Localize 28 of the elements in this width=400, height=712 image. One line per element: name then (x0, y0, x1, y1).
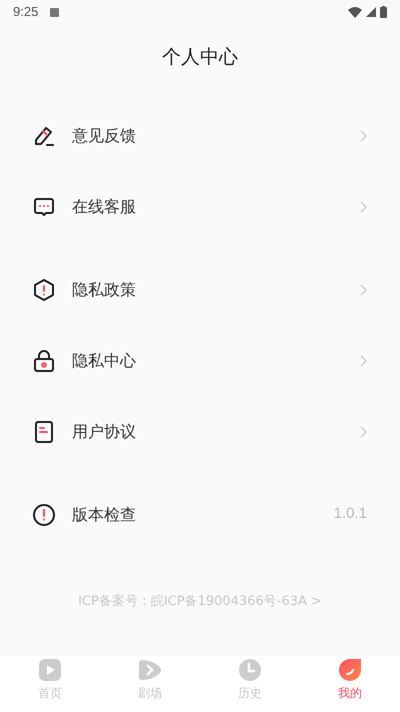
document-icon (32, 420, 56, 444)
menu-item[interactable]: 在线客服 (0, 171, 400, 242)
menu-label: 在线客服 (72, 196, 137, 218)
menu-item[interactable]: 意见反馈 (0, 100, 400, 171)
notification-icon (50, 8, 60, 16)
chevron-right-icon (360, 284, 367, 296)
menu-label: 用户协议 (72, 420, 137, 442)
menu-label: 版本检查 (72, 504, 137, 526)
chevron-right-icon (360, 354, 367, 366)
status-time: 9:25 (13, 3, 38, 22)
menu-item[interactable]: 用户协议 (0, 396, 400, 467)
menu-label: 隐私中心 (72, 350, 137, 372)
battery-icon (380, 6, 387, 18)
menu-label: 意见反馈 (72, 124, 137, 146)
wifi-icon (348, 6, 362, 18)
menu-label: 隐私政策 (72, 278, 137, 300)
chevron-right-icon (360, 130, 367, 142)
signal-icon (366, 7, 376, 17)
menu-item[interactable]: 隐私中心 (0, 325, 400, 396)
page-title: 个人中心 (162, 44, 238, 70)
chevron-right-icon (360, 426, 367, 438)
menu-item[interactable]: 版本检查 1.0.1 (0, 479, 400, 550)
alert-icon (32, 502, 56, 526)
shield-alert-icon (32, 278, 56, 302)
version-number: 1.0.1 (334, 504, 367, 524)
chevron-right-icon (360, 200, 367, 212)
lock-icon (32, 348, 56, 372)
menu-item[interactable]: 隐私政策 (0, 254, 400, 325)
